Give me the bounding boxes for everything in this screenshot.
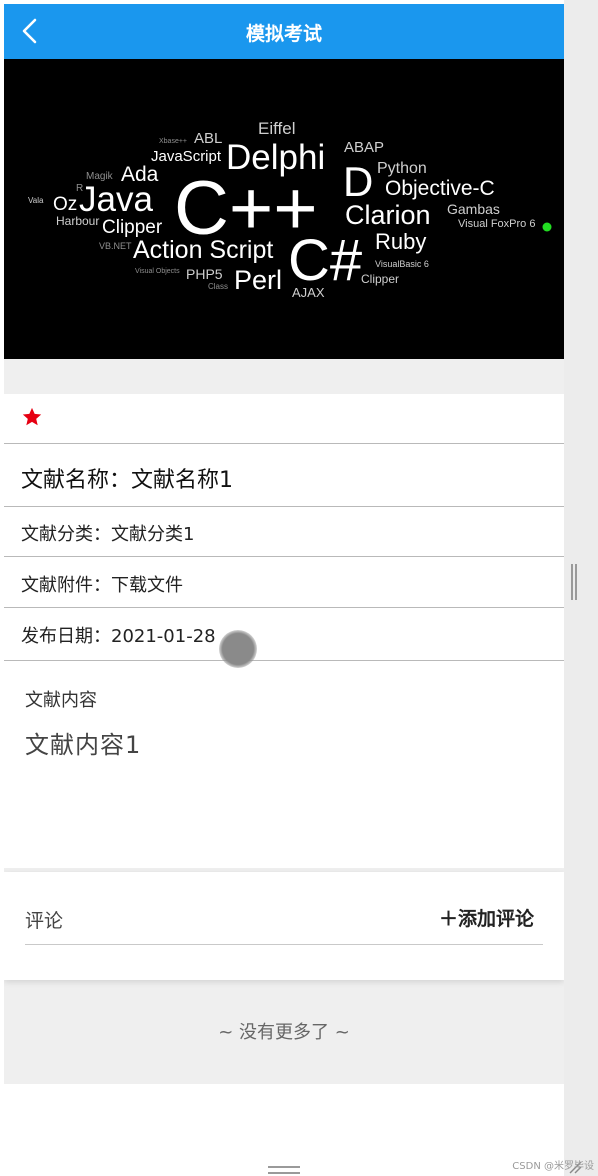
word-php5: PHP5 — [186, 266, 223, 282]
publish-date-row: 发布日期：2021-01-28 — [4, 608, 564, 661]
mobile-screen: 模拟考试 Xbase++ ABL Eiffel JavaScript Delph… — [4, 4, 564, 1160]
document-detail-card: 文献名称：文献名称1 文献分类：文献分类1 文献附件：下载文件 发布日期：202… — [4, 394, 564, 868]
no-more-text: ~ 没有更多了 ~ — [218, 1022, 350, 1043]
touch-indicator — [219, 630, 257, 668]
comments-label: 评论 — [25, 910, 64, 932]
banner-image: Xbase++ ABL Eiffel JavaScript Delphi ABA… — [4, 59, 564, 359]
add-comment-button[interactable]: ＋添加评论 — [439, 904, 534, 931]
document-name-row: 文献名称：文献名称1 — [4, 444, 564, 507]
word-vbnet: VB.NET — [99, 241, 132, 251]
word-visualbasic: VisualBasic 6 — [375, 259, 429, 269]
word-abl: ABL — [194, 130, 222, 147]
word-eiffel: Eiffel — [258, 119, 296, 138]
app-header: 模拟考试 — [4, 4, 564, 59]
word-python: Python — [377, 160, 427, 177]
word-class: Class — [208, 282, 228, 291]
word-objective-c: Objective-C — [385, 177, 495, 200]
word-visual-objects: Visual Objects — [135, 268, 180, 275]
word-perl: Perl — [234, 265, 282, 295]
document-category: 文献分类：文献分类1 — [21, 524, 195, 545]
word-clipper-small: Clipper — [361, 272, 399, 286]
status-dot — [542, 222, 552, 232]
word-d: D — [343, 158, 373, 205]
publish-date: 发布日期：2021-01-28 — [21, 626, 216, 647]
word-clipper: Clipper — [102, 217, 163, 238]
comments-section: 评论 ＋添加评论 — [4, 872, 564, 980]
content-text: 文献内容1 — [25, 731, 142, 759]
document-name: 文献名称：文献名称1 — [21, 468, 233, 493]
download-file-link[interactable]: 文献附件：下载文件 — [21, 571, 183, 597]
word-harbour: Harbour — [56, 214, 99, 228]
divider — [25, 944, 543, 945]
word-cloud: Xbase++ ABL Eiffel JavaScript Delphi ABA… — [28, 119, 552, 300]
word-vala: Vala — [28, 196, 44, 205]
document-attachment-row[interactable]: 文献附件：下载文件 — [4, 557, 564, 608]
document-category-row: 文献分类：文献分类1 — [4, 507, 564, 557]
word-visual-foxpro: Visual FoxPro 6 — [458, 218, 535, 230]
word-abap: ABAP — [344, 139, 384, 156]
bottom-drag-handle[interactable] — [268, 1166, 300, 1174]
bottom-area — [4, 1084, 564, 1160]
content-label: 文献内容 — [25, 690, 97, 711]
word-xbase: Xbase++ — [159, 138, 187, 145]
star-icon[interactable] — [21, 406, 43, 428]
favorite-row — [4, 394, 564, 444]
window-scrollbar-track[interactable] — [564, 0, 598, 1176]
word-javascript: JavaScript — [151, 148, 222, 165]
scrollbar-grip[interactable] — [571, 564, 577, 600]
word-ajax: AJAX — [292, 285, 325, 300]
word-action-script: Action Script — [133, 236, 273, 264]
word-clarion: Clarion — [345, 200, 431, 230]
word-oz: Oz — [53, 194, 77, 215]
page-title: 模拟考试 — [245, 23, 322, 45]
word-gambas: Gambas — [447, 201, 500, 217]
word-csharp: C# — [288, 228, 362, 293]
word-ruby: Ruby — [375, 229, 426, 254]
